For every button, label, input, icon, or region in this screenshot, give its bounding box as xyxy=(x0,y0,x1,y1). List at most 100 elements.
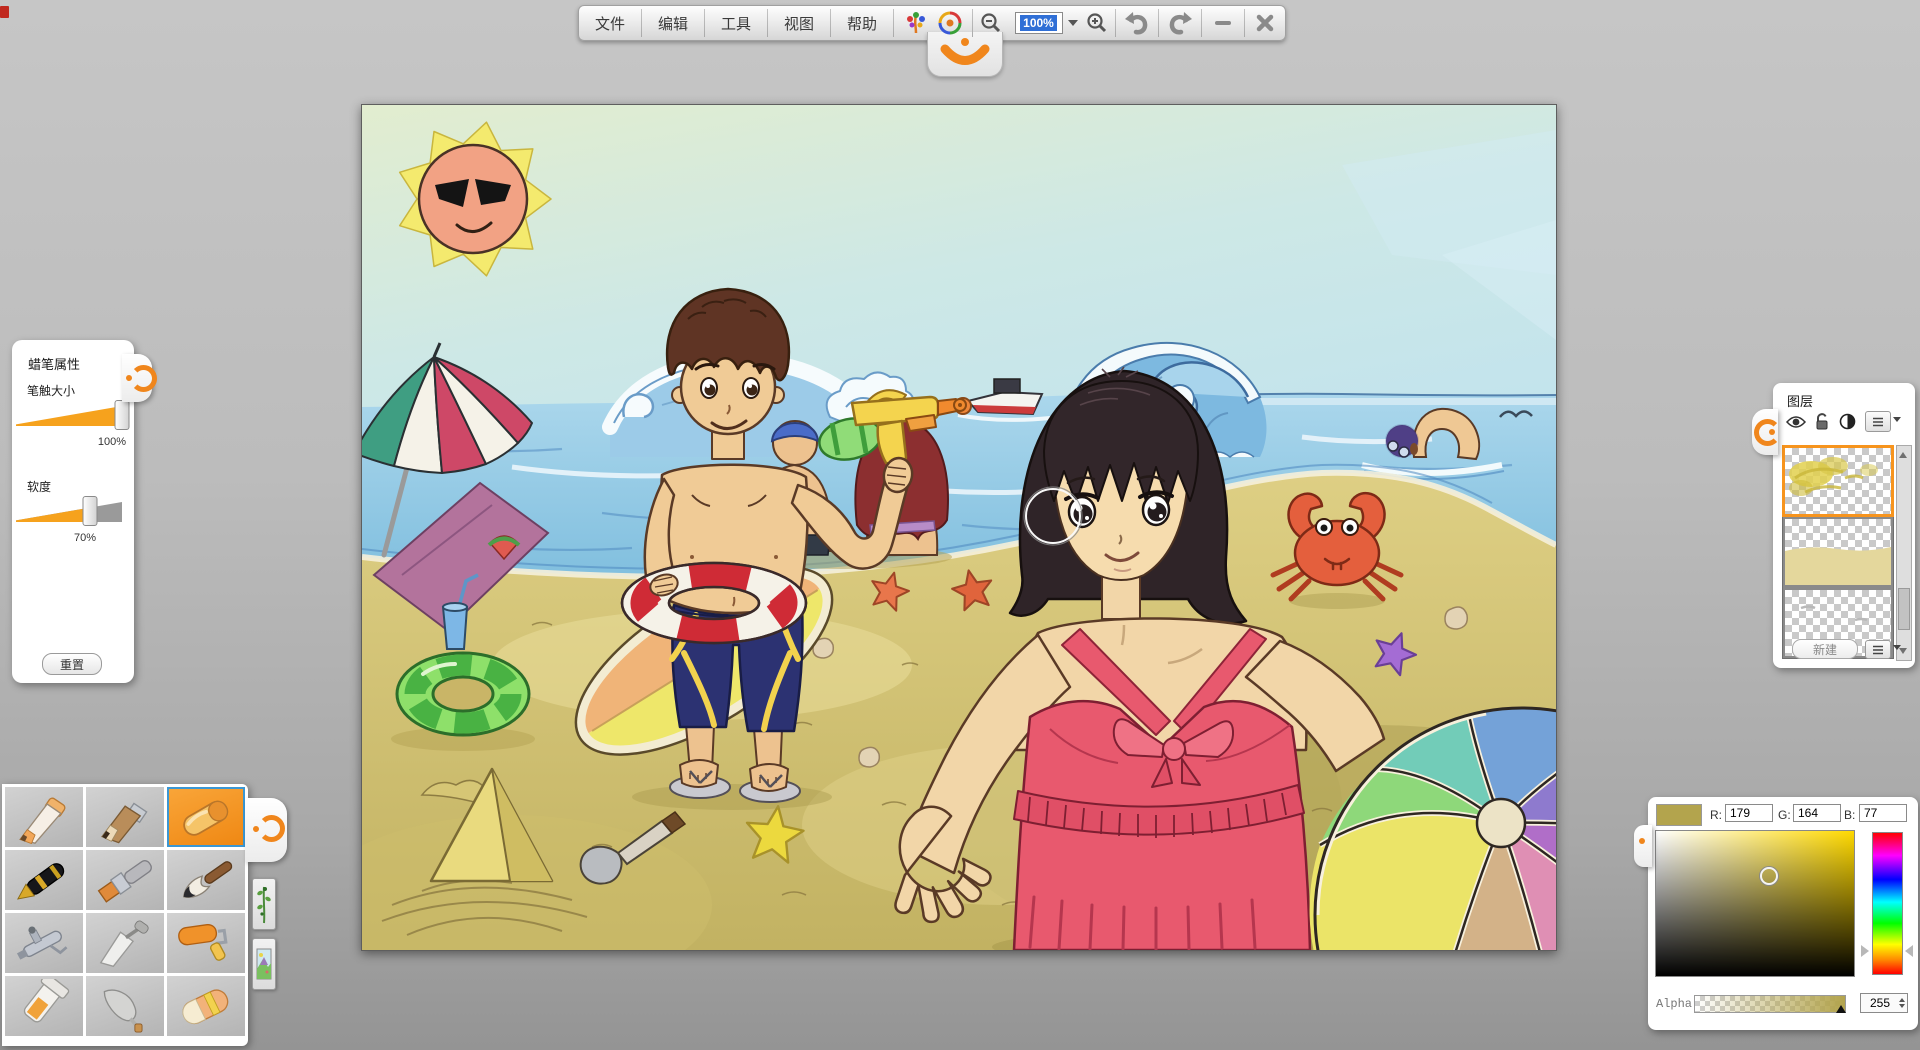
tool-ink-brush[interactable] xyxy=(167,850,245,910)
tool-sharp-pencil[interactable] xyxy=(5,787,83,847)
tool-fountain-pen[interactable] xyxy=(5,850,83,910)
menu-lines-icon xyxy=(1872,645,1884,655)
zoom-in-icon xyxy=(1086,12,1108,34)
tool-palette xyxy=(2,784,248,1046)
panel-title: 蜡笔属性 xyxy=(28,354,80,373)
rainbow-swirl-icon[interactable] xyxy=(937,10,963,36)
layer-lock-button[interactable] xyxy=(1813,411,1831,431)
layer-thumbnail-1[interactable] xyxy=(1785,448,1891,514)
hue-arrow-left-icon[interactable] xyxy=(1861,945,1869,957)
hue-slider[interactable] xyxy=(1872,832,1903,975)
alpha-slider[interactable] xyxy=(1694,995,1846,1013)
undo-button[interactable] xyxy=(1116,6,1158,40)
current-color-swatch xyxy=(1656,804,1702,826)
main-toolbar: 文件 编辑 工具 视图 帮助 100% xyxy=(578,5,1286,41)
close-icon xyxy=(1255,13,1275,33)
alpha-marker-icon[interactable] xyxy=(1836,1005,1846,1013)
g-input[interactable] xyxy=(1793,804,1841,822)
hue-arrow-right-icon[interactable] xyxy=(1905,945,1913,957)
tool-flat-brush[interactable] xyxy=(86,850,164,910)
menu-tools[interactable]: 工具 xyxy=(705,6,767,40)
r-input[interactable] xyxy=(1725,804,1773,822)
menu-file[interactable]: 文件 xyxy=(579,6,641,40)
app-window: { "toolbar": { "menus": [ {"label":"文件"}… xyxy=(0,0,1920,1050)
tool-paint-bottle[interactable] xyxy=(5,976,83,1036)
unlock-icon xyxy=(1814,412,1830,431)
layers-bottom-caret[interactable] xyxy=(1893,645,1901,650)
menu-help[interactable]: 帮助 xyxy=(831,6,893,40)
color-panel-handle[interactable] xyxy=(1634,825,1652,867)
color-picker-panel: R: G: B: Alpha 255 xyxy=(1648,797,1918,1030)
alpha-value: 255 xyxy=(1861,996,1899,1010)
beach-scene-illustration xyxy=(362,105,1556,950)
layers-bottom-menu-button[interactable] xyxy=(1865,640,1891,659)
layers-panel-handle[interactable] xyxy=(1752,409,1778,455)
clown-smile-icon xyxy=(935,44,995,70)
layers-panel: 图层 xyxy=(1773,383,1915,668)
zoom-level-value: 100% xyxy=(1020,15,1057,31)
tool-wood-pencil[interactable] xyxy=(86,787,164,847)
sv-cursor-ring xyxy=(1760,867,1778,885)
tool-smudge-stump[interactable] xyxy=(86,976,164,1036)
drawing-canvas[interactable] xyxy=(361,104,1557,951)
layer-scrollbar[interactable] xyxy=(1896,445,1912,661)
plant-sprig-icon xyxy=(256,883,272,925)
close-button[interactable] xyxy=(1245,6,1285,40)
menu-edit[interactable]: 编辑 xyxy=(642,6,704,40)
minimize-button[interactable] xyxy=(1202,6,1244,40)
stickers-plant-button[interactable] xyxy=(252,878,276,930)
tool-paint-roller[interactable] xyxy=(167,913,245,973)
layer-blend-button[interactable] xyxy=(1837,411,1857,431)
layer-thumbnail-2[interactable] xyxy=(1785,519,1891,585)
layer-menu-button[interactable] xyxy=(1865,411,1891,432)
softness-label: 软度 xyxy=(27,478,51,495)
brush-size-value: 100% xyxy=(98,436,126,448)
alpha-down-icon[interactable] xyxy=(1899,1004,1905,1008)
tool-palette-handle[interactable] xyxy=(245,798,287,862)
rainbow-brush-icon[interactable] xyxy=(903,10,929,36)
b-label: B: xyxy=(1844,808,1855,822)
crayon-properties-panel: 蜡笔属性 笔触大小 100% 软度 70% 重置 xyxy=(12,340,134,683)
eye-icon xyxy=(1786,415,1806,429)
r-label: R: xyxy=(1710,808,1722,822)
brush-size-slider[interactable] xyxy=(16,402,122,428)
zoom-out-button[interactable] xyxy=(973,6,1009,40)
minimize-icon xyxy=(1214,20,1232,26)
zoom-in-button[interactable] xyxy=(1079,6,1115,40)
scroll-thumb[interactable] xyxy=(1898,588,1910,630)
brush-size-handle[interactable] xyxy=(115,400,130,430)
softness-handle[interactable] xyxy=(83,496,98,526)
tool-pastel-stick[interactable] xyxy=(167,976,245,1036)
reference-image-button[interactable] xyxy=(252,938,276,990)
half-circle-icon xyxy=(1839,413,1856,430)
layer-menu-caret[interactable] xyxy=(1893,417,1901,422)
zoom-level-field[interactable]: 100% xyxy=(1015,12,1063,34)
zoom-out-icon xyxy=(980,12,1002,34)
alpha-label: Alpha xyxy=(1656,997,1692,1011)
softness-slider[interactable] xyxy=(16,498,122,524)
menu-view[interactable]: 视图 xyxy=(768,6,830,40)
brush-size-label: 笔触大小 xyxy=(27,382,75,399)
new-layer-button[interactable]: 新建 xyxy=(1792,639,1858,659)
redo-icon xyxy=(1167,11,1193,35)
tool-palette-knife[interactable] xyxy=(86,913,164,973)
layer-list xyxy=(1782,445,1894,659)
redo-button[interactable] xyxy=(1159,6,1201,40)
screen-corner-marker xyxy=(0,6,9,18)
crayon-panel-handle[interactable] xyxy=(122,354,152,402)
b-input[interactable] xyxy=(1859,804,1907,822)
green-swim-ring xyxy=(391,653,535,751)
zoom-level-combo[interactable]: 100% xyxy=(1009,6,1079,40)
reset-button[interactable]: 重置 xyxy=(42,653,102,675)
tool-airbrush[interactable] xyxy=(5,913,83,973)
tool-crayon[interactable] xyxy=(167,787,245,847)
saturation-value-picker[interactable] xyxy=(1655,830,1855,977)
layer-visibility-button[interactable] xyxy=(1785,413,1807,431)
g-label: G: xyxy=(1778,808,1791,822)
alpha-spinner[interactable]: 255 xyxy=(1860,993,1908,1013)
zoom-dropdown-arrow-icon[interactable] xyxy=(1068,20,1078,26)
scroll-up-icon[interactable] xyxy=(1897,448,1909,462)
softness-value: 70% xyxy=(74,532,96,544)
menu-lines-icon xyxy=(1872,417,1884,427)
alpha-up-icon[interactable] xyxy=(1899,998,1905,1002)
